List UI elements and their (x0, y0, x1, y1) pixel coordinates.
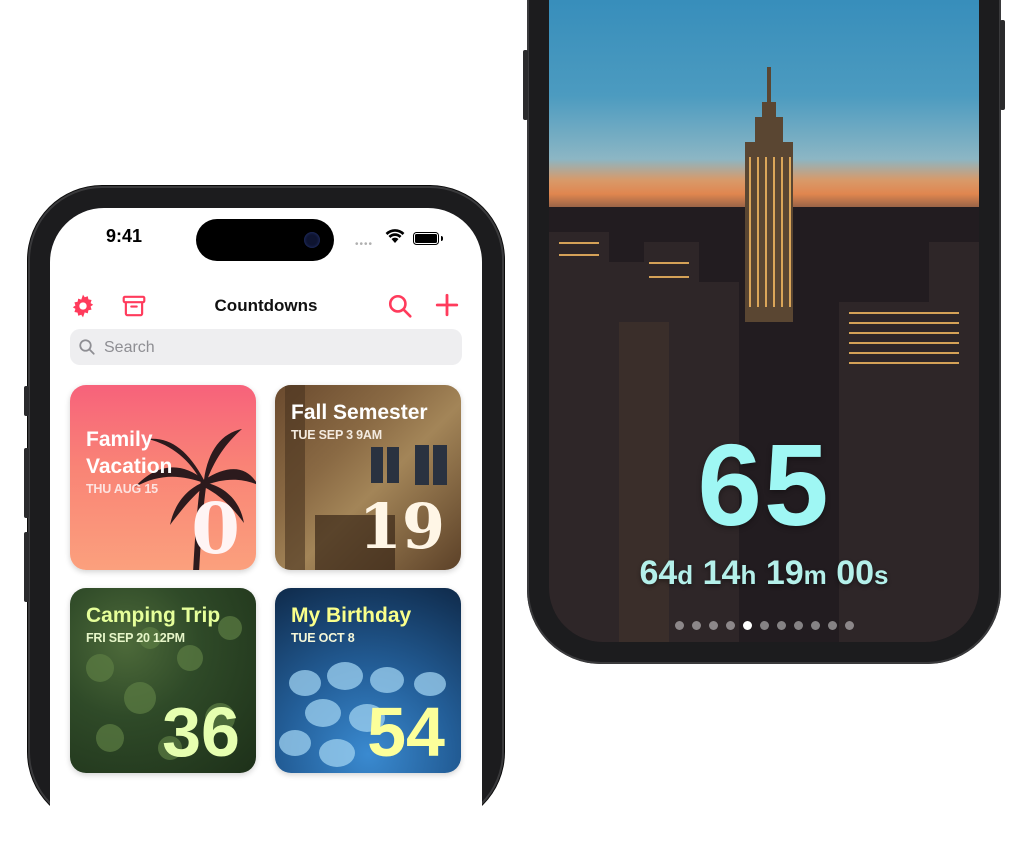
days-unit: d (677, 560, 694, 590)
signal-icon: •••• (355, 239, 374, 250)
nav-bar: Countdowns (50, 288, 482, 324)
battery-icon (413, 232, 443, 245)
plus-icon[interactable] (434, 292, 460, 318)
page-dot[interactable] (844, 621, 854, 630)
wifi-icon (385, 229, 405, 243)
card-date: FRI SEP 20 12PM (86, 631, 185, 645)
page-dot[interactable] (759, 621, 769, 630)
card-days-remaining: 54 (367, 693, 445, 771)
side-button (1000, 20, 1005, 110)
volume-up-button (24, 448, 29, 518)
page-dot[interactable] (708, 621, 718, 630)
right-phone: 65 64d 14h 19m 00s (523, 0, 1005, 664)
page-dot[interactable] (810, 621, 820, 630)
card-title: Fall Semester TUE SEP 3 9AM (291, 399, 449, 444)
seconds-unit: s (874, 560, 889, 590)
card-title: Camping Trip FRI SEP 20 12PM (86, 602, 244, 647)
camera-icon (304, 232, 320, 248)
page-dot[interactable] (793, 621, 803, 630)
card-title: My Birthday TUE OCT 8 (291, 602, 449, 647)
card-days-remaining: 19 (358, 490, 445, 563)
detailed-countdown: 64d 14h 19m 00s (549, 554, 979, 593)
left-phone: 9:41 •••• Countdowns Search Family Vacat… (24, 186, 504, 866)
volume-down-button (24, 532, 29, 602)
page-dot[interactable] (691, 621, 701, 630)
status-bar: 9:41 •••• (50, 208, 482, 264)
card-days-remaining: 0 (191, 487, 240, 570)
page-dot[interactable] (674, 621, 684, 630)
status-time: 9:41 (106, 226, 143, 246)
page-dot[interactable] (827, 621, 837, 630)
app-screen: 9:41 •••• Countdowns Search Family Vacat… (50, 208, 482, 866)
card-days-remaining: 36 (162, 693, 240, 771)
seconds-value: 00 (836, 554, 875, 592)
page-indicator[interactable] (549, 617, 979, 635)
page-dot[interactable] (725, 621, 735, 630)
search-bar[interactable] (70, 329, 462, 367)
silent-switch (24, 386, 29, 416)
minutes-value: 19 (765, 554, 804, 592)
volume-button (523, 50, 528, 120)
search-input[interactable] (102, 329, 454, 367)
page-dot[interactable] (742, 621, 752, 630)
dynamic-island (196, 219, 334, 261)
countdown-card[interactable]: Camping Trip FRI SEP 20 12PM 36 (70, 588, 256, 773)
days-value: 64 (639, 554, 678, 592)
search-icon[interactable] (387, 293, 413, 319)
card-date: TUE OCT 8 (291, 631, 355, 645)
hours-unit: h (740, 560, 757, 590)
card-date: TUE SEP 3 9AM (291, 428, 382, 442)
countdown-card[interactable]: Family Vacation THU AUG 15 0 (70, 385, 256, 570)
countdown-card[interactable]: My Birthday TUE OCT 8 54 (275, 588, 461, 773)
countdown-card[interactable]: Fall Semester TUE SEP 3 9AM 19 (275, 385, 461, 570)
days-remaining-count: 65 (697, 420, 831, 550)
magnifier-icon (79, 339, 95, 355)
minutes-unit: m (803, 560, 827, 590)
hours-value: 14 (702, 554, 741, 592)
page-title: Countdowns (214, 296, 318, 315)
page-dot[interactable] (776, 621, 786, 630)
countdown-detail-screen: 65 64d 14h 19m 00s (549, 0, 979, 642)
